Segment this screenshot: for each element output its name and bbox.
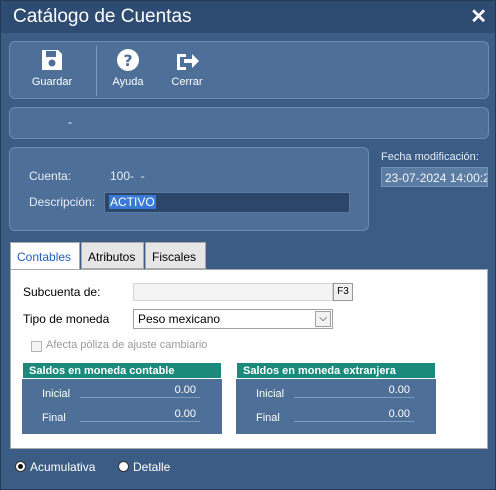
detalle-radio[interactable] — [118, 461, 129, 472]
saldos-extranjera-group: Saldos en moneda extranjera Inicial 0.00… — [236, 362, 436, 434]
divider — [80, 421, 200, 422]
saldo-extranjera-inicial-row: Inicial 0.00 — [236, 384, 436, 402]
toolbar-separator — [96, 46, 97, 96]
detalle-label[interactable]: Detalle — [133, 460, 170, 474]
saldo-extranjera-inicial-value: 0.00 — [388, 384, 410, 396]
saldos-extranjera-title: Saldos en moneda extranjera — [236, 362, 436, 379]
tab-fiscales[interactable]: Fiscales — [145, 242, 206, 269]
catalogo-window: Catálogo de Cuentas ✕ Guardar ? Ayuda Ce… — [0, 0, 496, 490]
saldo-extranjera-inicial-label: Inicial — [256, 388, 285, 400]
acumulativa-radio[interactable] — [15, 461, 26, 472]
saldo-contable-final-row: Final 0.00 — [22, 408, 222, 426]
tab-contables[interactable]: Contables — [10, 242, 80, 270]
account-path-text: - — [68, 115, 72, 129]
tipo-moneda-label: Tipo de moneda — [23, 312, 110, 326]
afecta-poliza-checkbox[interactable] — [31, 341, 42, 352]
saldo-contable-inicial-value: 0.00 — [174, 384, 196, 396]
saldo-extranjera-final-value: 0.00 — [388, 408, 410, 420]
toolbar: Guardar ? Ayuda Cerrar — [9, 41, 489, 99]
saldo-contable-inicial-row: Inicial 0.00 — [22, 384, 222, 402]
saldo-extranjera-final-row: Final 0.00 — [236, 408, 436, 426]
save-label: Guardar — [31, 76, 73, 88]
saldo-contable-inicial-label: Inicial — [42, 388, 71, 400]
afecta-poliza-label: Afecta póliza de ajuste cambiario — [46, 339, 208, 351]
subcuenta-field[interactable] — [133, 283, 333, 301]
f3-lookup-button[interactable]: F3 — [333, 283, 353, 301]
question-circle-icon: ? — [117, 49, 139, 71]
divider — [80, 397, 200, 398]
fecha-modificacion-field: 23-07-2024 14:00:2 — [381, 167, 488, 187]
help-label: Ayuda — [112, 76, 144, 88]
descripcion-field[interactable]: ACTIVO — [104, 192, 350, 213]
fecha-modificacion-label: Fecha modificación: — [381, 151, 479, 163]
contables-panel: Subcuenta de: F3 Tipo de moneda Peso mex… — [10, 269, 488, 449]
chevron-down-icon[interactable]: ⌵ — [315, 311, 331, 327]
saldo-contable-final-value: 0.00 — [174, 408, 196, 420]
exit-button[interactable]: Cerrar — [159, 48, 215, 94]
exit-arrow-icon — [177, 54, 199, 70]
tipo-moneda-select[interactable]: Peso mexicano ⌵ — [133, 309, 333, 329]
help-button[interactable]: ? Ayuda — [100, 48, 156, 94]
account-panel: Cuenta: 100- - Descripción: ACTIVO — [9, 147, 369, 231]
cuenta-value: 100- - — [110, 169, 145, 183]
divider — [294, 421, 414, 422]
divider — [294, 397, 414, 398]
exit-label: Cerrar — [171, 76, 203, 88]
floppy-disk-icon — [42, 50, 62, 70]
descripcion-value: ACTIVO — [109, 195, 156, 209]
window-title: Catálogo de Cuentas — [13, 6, 192, 27]
tab-atributos[interactable]: Atributos — [81, 242, 144, 269]
tipo-moneda-value: Peso mexicano — [138, 312, 221, 326]
saldo-extranjera-final-label: Final — [256, 412, 280, 424]
subcuenta-label: Subcuenta de: — [23, 285, 101, 299]
saldos-contable-group: Saldos en moneda contable Inicial 0.00 F… — [22, 362, 222, 434]
account-path-strip: - — [9, 107, 489, 139]
close-icon[interactable]: ✕ — [470, 4, 487, 29]
cuenta-label: Cuenta: — [29, 169, 72, 183]
svg-text:?: ? — [123, 51, 132, 70]
acumulativa-label[interactable]: Acumulativa — [30, 460, 95, 474]
descripcion-label: Descripción: — [29, 195, 96, 209]
title-bar: Catálogo de Cuentas ✕ — [1, 1, 495, 33]
saldo-contable-final-label: Final — [42, 412, 66, 424]
save-button[interactable]: Guardar — [24, 48, 80, 94]
saldos-contable-title: Saldos en moneda contable — [22, 362, 222, 379]
